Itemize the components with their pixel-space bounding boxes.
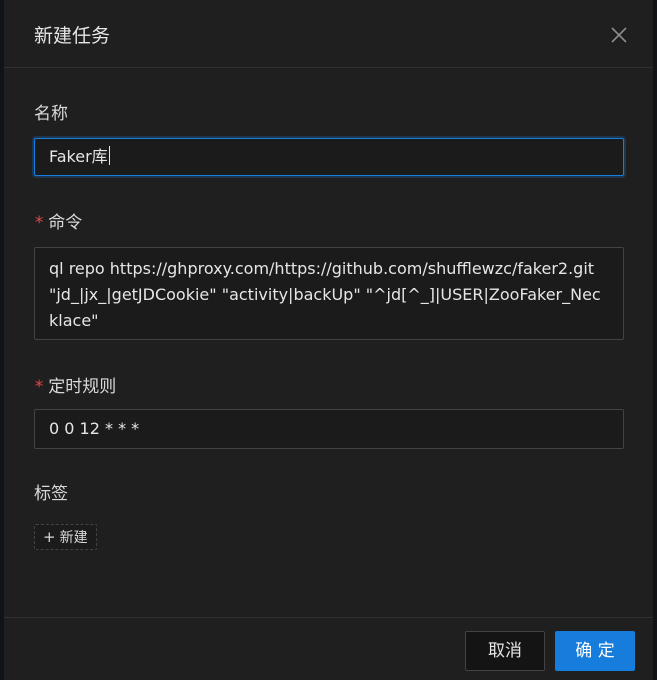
required-mark: * xyxy=(34,213,45,233)
schedule-input-value: 0 0 12 * * * xyxy=(49,419,140,438)
add-tag-label: 新建 xyxy=(59,530,88,546)
command-label-text: 命令 xyxy=(48,213,83,233)
modal-footer: 取消 确 定 xyxy=(4,617,653,680)
background-app-right-edge xyxy=(653,0,657,680)
tags-label: 标签 xyxy=(34,482,68,506)
plus-icon: + xyxy=(43,528,56,546)
schedule-input[interactable]: 0 0 12 * * * xyxy=(34,409,624,449)
add-tag-button[interactable]: + 新建 xyxy=(34,524,97,550)
command-textarea[interactable]: ql repo https://ghproxy.com/https://gith… xyxy=(34,247,624,340)
command-label: * 命令 xyxy=(34,211,82,235)
modal-header: 新建任务 xyxy=(4,0,653,68)
name-input-value: Faker库 xyxy=(49,147,108,166)
close-icon xyxy=(611,27,627,43)
tags-label-text: 标签 xyxy=(34,484,68,504)
new-task-modal: 新建任务 名称 Faker库 * 命令 ql repo https://ghpro… xyxy=(4,0,653,680)
ok-button[interactable]: 确 定 xyxy=(555,631,635,671)
schedule-label-text: 定时规则 xyxy=(48,377,117,397)
modal-title: 新建任务 xyxy=(34,25,111,47)
schedule-label: * 定时规则 xyxy=(34,375,116,399)
name-label-text: 名称 xyxy=(34,104,68,124)
cancel-button[interactable]: 取消 xyxy=(465,631,545,671)
required-mark: * xyxy=(34,377,45,397)
close-button[interactable] xyxy=(608,24,630,46)
text-caret xyxy=(108,146,110,165)
name-input[interactable]: Faker库 xyxy=(34,138,624,176)
name-label: 名称 xyxy=(34,102,68,126)
